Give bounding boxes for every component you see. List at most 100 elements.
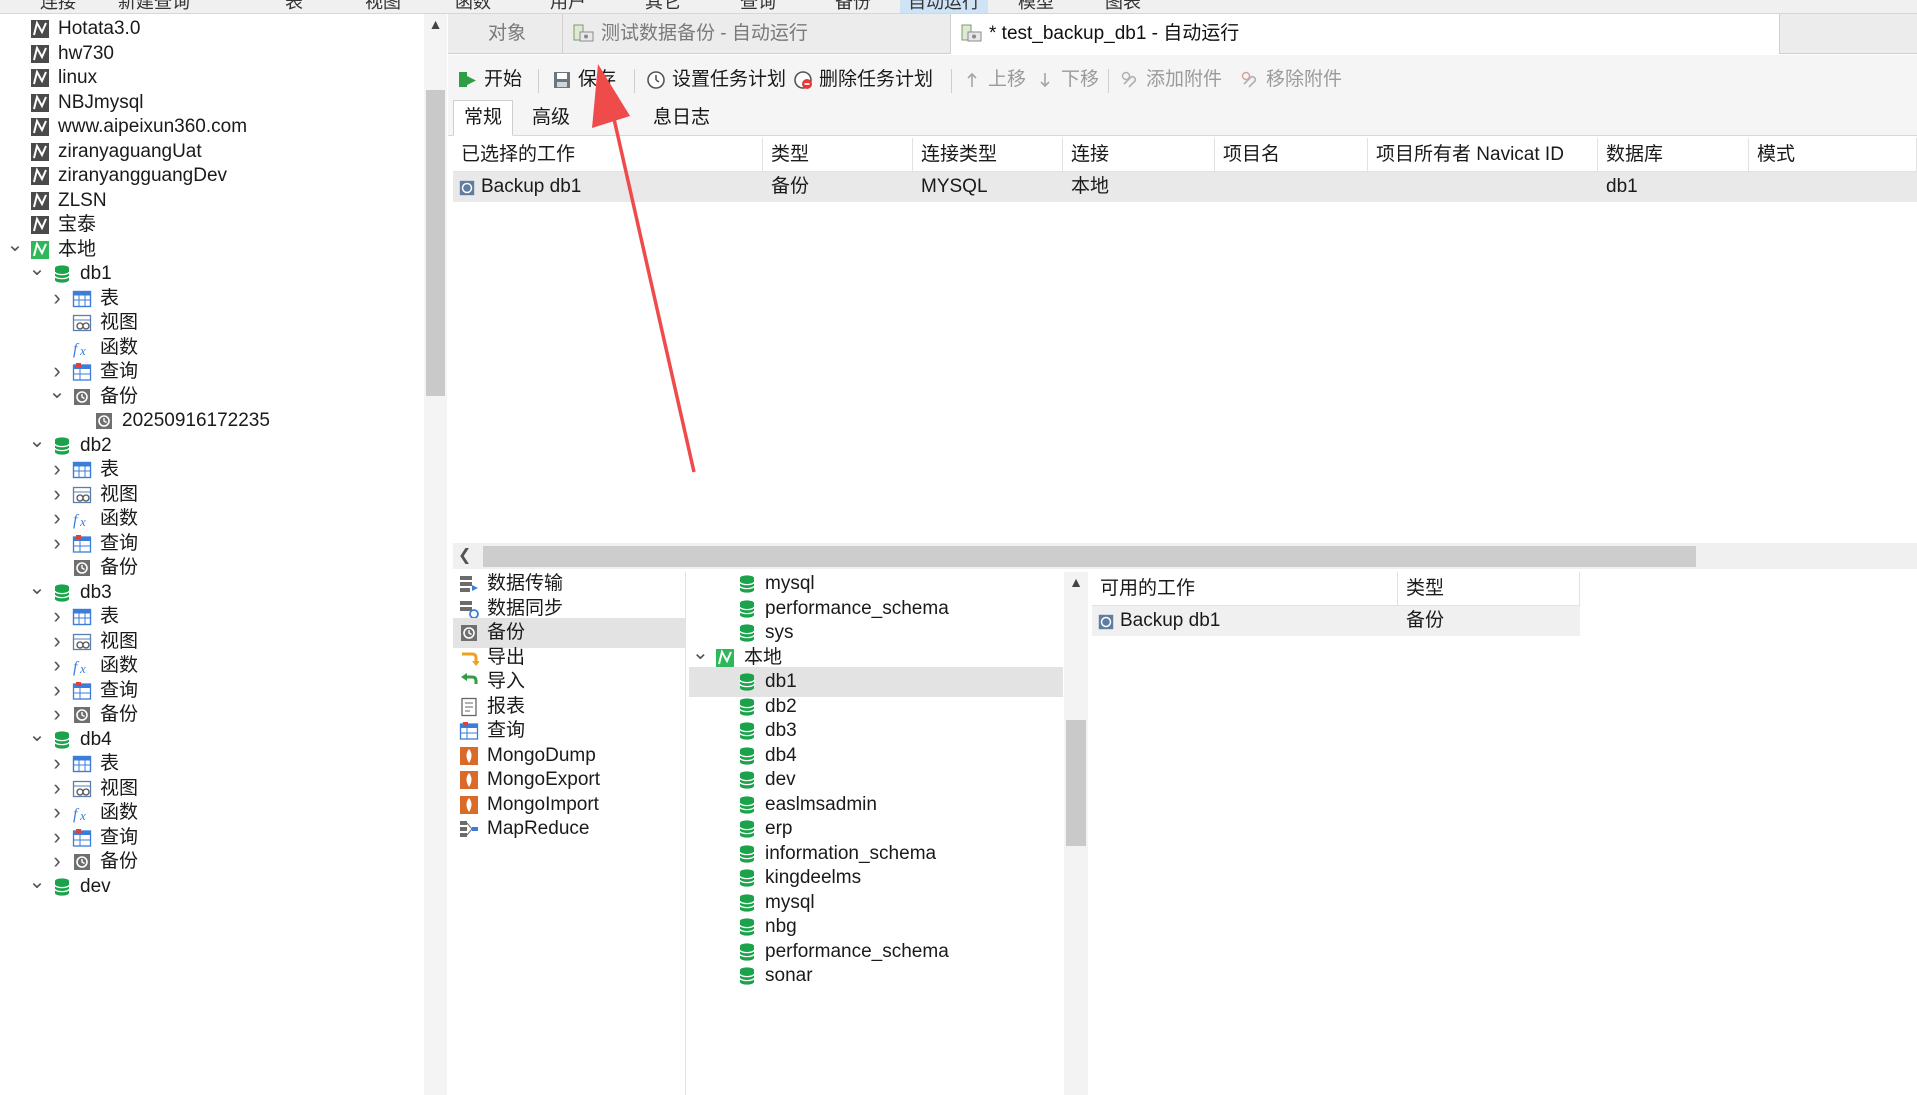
cell-text: db1: [1606, 176, 1638, 197]
menu-item-user[interactable]: 用户: [550, 0, 586, 13]
menu-item-connect[interactable]: 连接: [40, 0, 76, 13]
job-type-item[interactable]: MapReduce: [453, 814, 685, 844]
move-up-label: 上移: [988, 69, 1027, 90]
toolbar-divider: [634, 69, 635, 93]
column-header[interactable]: 项目名: [1215, 138, 1368, 172]
database-icon: [52, 877, 72, 897]
subtab-general[interactable]: 常规: [453, 100, 514, 136]
tree-item[interactable]: ⌄ dev: [0, 872, 420, 902]
menu-item-automation[interactable]: 自动运行: [900, 0, 988, 13]
column-header[interactable]: 可用的工作: [1092, 572, 1398, 606]
menu-item-chart[interactable]: 图表: [1105, 0, 1141, 13]
svg-text:f: f: [73, 806, 80, 823]
database-icon: [52, 436, 72, 456]
backup-icon: [1097, 611, 1115, 630]
menu-item-new-query[interactable]: 新建查询: [118, 0, 190, 13]
grid-scrollbar-thumb[interactable]: [483, 546, 1696, 567]
column-header[interactable]: 模式: [1749, 138, 1917, 172]
menu-item-view[interactable]: 视图: [365, 0, 401, 13]
database-icon: [737, 770, 757, 790]
job-type-label: MapReduce: [487, 818, 590, 839]
add-attachment-button[interactable]: 添加附件: [1116, 63, 1222, 97]
import-icon: [459, 672, 479, 692]
chevron-down-icon[interactable]: ⌄: [692, 643, 709, 663]
query-icon: [72, 534, 92, 554]
database-icon: [52, 583, 72, 603]
column-header[interactable]: 项目所有者 Navicat ID: [1368, 138, 1598, 172]
database-icon: [737, 623, 757, 643]
chevron-up-icon[interactable]: ▲: [1064, 574, 1088, 596]
tab-objects[interactable]: 对象: [448, 14, 563, 54]
chevron-left-icon[interactable]: ❮: [458, 543, 478, 569]
backup-icon: [72, 558, 92, 578]
menu-item-function[interactable]: 函数: [455, 0, 491, 13]
backup-icon: [72, 387, 92, 407]
object-tree-scrollbar-thumb[interactable]: [1066, 720, 1086, 846]
subtab-message-log[interactable]: 息日志: [588, 100, 721, 136]
save-button[interactable]: 保存: [548, 63, 616, 97]
tree-scrollbar-thumb[interactable]: [426, 90, 445, 396]
column-header[interactable]: 连接类型: [913, 138, 1063, 172]
tab-test-backup-db1[interactable]: * test_backup_db1 - 自动运行: [950, 14, 1780, 54]
backup-icon: [459, 623, 479, 643]
export-icon: [459, 648, 480, 668]
database-icon: [737, 795, 757, 815]
set-schedule-label: 设置任务计划: [672, 69, 787, 90]
settings-subtabs: 常规 高级 息日志: [448, 100, 1917, 136]
database-label: performance_schema: [765, 597, 949, 619]
connection-icon: [30, 191, 50, 211]
tab-label: 测试数据备份 - 自动运行: [601, 23, 808, 44]
database-label: 本地: [744, 646, 783, 668]
toolbar-divider: [951, 69, 952, 93]
database-label: information_schema: [765, 842, 937, 864]
database-label: easlmsadmin: [765, 793, 877, 815]
database-icon: [737, 942, 757, 962]
start-button[interactable]: 开始: [454, 63, 522, 97]
mongo-icon: [459, 746, 479, 766]
job-type-list: 数据传输 数据同步 备份 导出 导入 报表 查询 MongoDump MongoExport Mo…: [453, 572, 686, 1095]
delete-schedule-button[interactable]: 删除任务计划: [789, 63, 933, 97]
database-label: db3: [765, 720, 797, 741]
table-icon: [72, 289, 92, 309]
column-header[interactable]: 类型: [763, 138, 913, 172]
menu-item-table[interactable]: 表: [285, 0, 303, 13]
move-up-button[interactable]: 上移: [958, 63, 1026, 97]
toolbar-divider: [1108, 69, 1109, 93]
chevron-down-icon[interactable]: ⌄: [28, 872, 46, 902]
database-label: db4: [765, 744, 797, 766]
delete-schedule-label: 删除任务计划: [819, 69, 934, 90]
delete-schedule-icon: [794, 71, 812, 89]
job-type-label: 查询: [487, 720, 526, 741]
connection-open-icon: [30, 240, 50, 260]
database-item[interactable]: sonar: [689, 961, 1063, 991]
set-schedule-button[interactable]: 设置任务计划: [642, 63, 786, 97]
data-transfer-icon: [459, 574, 479, 594]
menu-item-query[interactable]: 查询: [740, 0, 776, 13]
column-header[interactable]: 类型: [1398, 572, 1580, 606]
menu-item-other[interactable]: 其它: [645, 0, 681, 13]
column-header[interactable]: 数据库: [1598, 138, 1749, 172]
table-icon: [72, 460, 92, 480]
column-header[interactable]: 连接: [1063, 138, 1215, 172]
database-icon: [737, 574, 757, 594]
menu-item-backup[interactable]: 备份: [835, 0, 871, 13]
table-cell: 本地: [1063, 172, 1215, 202]
menu-item-model[interactable]: 模型: [1018, 0, 1054, 13]
function-icon: fx: [72, 338, 92, 358]
tab-test-data-backup[interactable]: 测试数据备份 - 自动运行: [563, 14, 959, 54]
toolbar-divider: [538, 69, 539, 93]
table-cell: 备份: [1398, 606, 1580, 636]
column-header[interactable]: 已选择的工作: [453, 138, 763, 172]
data-sync-icon: [459, 599, 479, 619]
svg-text:f: f: [73, 341, 80, 358]
connection-icon: [30, 142, 50, 162]
move-down-button[interactable]: 下移: [1031, 63, 1099, 97]
start-label: 开始: [484, 69, 523, 90]
arrow-down-icon: [1040, 73, 1050, 88]
chevron-up-icon[interactable]: ▲: [424, 16, 447, 38]
query-icon: [72, 681, 92, 701]
remove-attachment-button[interactable]: 移除附件: [1236, 63, 1342, 97]
database-icon: [737, 966, 757, 986]
database-icon: [737, 672, 757, 692]
subtab-advanced[interactable]: 高级: [521, 100, 581, 136]
